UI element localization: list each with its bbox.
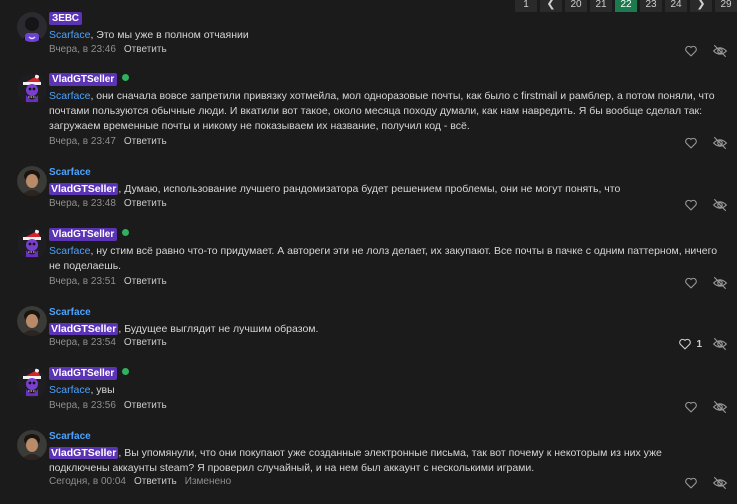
comment-text: Scarface, они сначала вовсе запретили пр… — [49, 89, 725, 134]
comment-body: , Вы упомянули, что они покупают уже соз… — [49, 447, 662, 474]
online-dot — [122, 368, 130, 375]
comment-actions — [684, 136, 728, 150]
comment: VladGTSeller Scarface, увы Вчера, в 23:5… — [0, 364, 737, 419]
avatar-image — [17, 430, 47, 460]
reply-button[interactable]: Ответить — [124, 136, 167, 147]
comment: VladGTSeller Scarface, ну стим всё равно… — [0, 225, 737, 295]
comment-meta: Вчера, в 23:47 Ответить — [49, 136, 167, 147]
comment-body: , увы — [90, 384, 115, 396]
comment-mention[interactable]: Scarface — [49, 245, 90, 257]
eye-off-icon[interactable] — [712, 198, 728, 212]
reply-button[interactable]: Ответить — [124, 400, 167, 411]
comment-text: Scarface, Это мы уже в полном отчаянии — [49, 28, 725, 43]
edited-label: Изменено — [184, 476, 232, 487]
comment-text: VladGTSeller, Думаю, использование лучше… — [49, 182, 725, 197]
comment-body: , Думаю, использование лучшего рандомиза… — [118, 183, 621, 195]
reply-button[interactable]: Ответить — [134, 476, 177, 487]
avatar[interactable] — [17, 74, 47, 104]
comment: Scarface VladGTSeller, Будущее выглядит … — [0, 302, 737, 357]
heart-icon[interactable] — [684, 199, 698, 211]
comment-mention[interactable]: Scarface — [49, 90, 90, 102]
comment-time[interactable]: Вчера, в 23:48 — [49, 198, 116, 209]
comment-actions — [684, 476, 728, 490]
comment-text: Scarface, увы — [49, 383, 725, 398]
eye-off-icon[interactable] — [712, 476, 728, 490]
comment-time[interactable]: Вчера, в 23:54 — [49, 337, 116, 348]
heart-icon[interactable] — [684, 137, 698, 149]
comment-meta: Сегодня, в 00:04 Ответить Изменено — [49, 476, 231, 487]
comment-mention[interactable]: VladGTSeller — [49, 323, 119, 335]
comment-body: , ну стим всё равно что-то придумает. А … — [49, 245, 718, 272]
heart-icon[interactable] — [684, 277, 698, 289]
comment-actions — [684, 400, 728, 414]
comment-author[interactable]: ЗЕВС — [49, 12, 82, 25]
comment-author[interactable]: Scarface — [49, 430, 725, 443]
comment-mention[interactable]: VladGTSeller — [49, 183, 119, 195]
comment-author[interactable]: Scarface — [49, 306, 725, 319]
comment-time[interactable]: Сегодня, в 00:04 — [49, 476, 126, 487]
heart-icon[interactable] — [678, 338, 692, 350]
avatar-image — [17, 74, 47, 104]
comment: ЗЕВС Scarface, Это мы уже в полном отчая… — [0, 8, 737, 63]
comment-time[interactable]: Вчера, в 23:47 — [49, 136, 116, 147]
comment-actions — [684, 276, 728, 290]
comment-meta: Вчера, в 23:56 Ответить — [49, 400, 167, 411]
heart-icon[interactable] — [684, 477, 698, 489]
reply-button[interactable]: Ответить — [124, 44, 167, 55]
avatar[interactable] — [17, 166, 47, 196]
avatar[interactable] — [17, 306, 47, 336]
avatar-image — [17, 166, 47, 196]
comment-body: , они сначала вовсе запретили привязку х… — [49, 90, 715, 132]
reply-button[interactable]: Ответить — [124, 276, 167, 287]
eye-off-icon[interactable] — [712, 44, 728, 58]
avatar[interactable] — [17, 229, 47, 259]
eye-off-icon[interactable] — [712, 276, 728, 290]
comment-actions — [684, 44, 728, 58]
comment-time[interactable]: Вчера, в 23:46 — [49, 44, 116, 55]
online-dot — [122, 74, 130, 81]
comment-mention[interactable]: Scarface — [49, 29, 90, 41]
avatar[interactable] — [17, 368, 47, 398]
comment-text: Scarface, ну стим всё равно что-то приду… — [49, 244, 725, 274]
avatar[interactable] — [17, 12, 47, 42]
comment-author[interactable]: Scarface — [49, 166, 725, 179]
comment-text: VladGTSeller, Вы упомянули, что они поку… — [49, 446, 725, 476]
avatar-image — [17, 229, 47, 259]
like-count[interactable]: 1 — [696, 339, 702, 350]
comment-meta: Вчера, в 23:54 Ответить — [49, 337, 167, 348]
comment-body: , Это мы уже в полном отчаянии — [90, 29, 249, 41]
avatar-image — [17, 368, 47, 398]
online-dot — [122, 229, 130, 236]
comment-time[interactable]: Вчера, в 23:56 — [49, 400, 116, 411]
heart-icon[interactable] — [684, 45, 698, 57]
comment-body: , Будущее выглядит не лучшим образом. — [118, 323, 319, 335]
comment-author[interactable]: VladGTSeller — [49, 228, 118, 241]
comment-actions: 1 — [678, 337, 728, 351]
eye-off-icon[interactable] — [712, 136, 728, 150]
avatar-image — [17, 306, 47, 336]
comment-author[interactable]: VladGTSeller — [49, 73, 118, 86]
comment-meta: Вчера, в 23:51 Ответить — [49, 276, 167, 287]
eye-off-icon[interactable] — [712, 337, 728, 351]
comment-mention[interactable]: VladGTSeller — [49, 447, 119, 459]
comment-actions — [684, 198, 728, 212]
avatar[interactable] — [17, 430, 47, 460]
comment-time[interactable]: Вчера, в 23:51 — [49, 276, 116, 287]
comment-author[interactable]: VladGTSeller — [49, 367, 118, 380]
comment-meta: Вчера, в 23:46 Ответить — [49, 44, 167, 55]
eye-off-icon[interactable] — [712, 400, 728, 414]
heart-icon[interactable] — [684, 401, 698, 413]
comment: Scarface VladGTSeller, Вы упомянули, что… — [0, 426, 737, 504]
comment: VladGTSeller Scarface, они сначала вовсе… — [0, 70, 737, 155]
comment-mention[interactable]: Scarface — [49, 384, 90, 396]
avatar-image — [17, 12, 47, 42]
reply-button[interactable]: Ответить — [124, 198, 167, 209]
reply-button[interactable]: Ответить — [124, 337, 167, 348]
comment-text: VladGTSeller, Будущее выглядит не лучшим… — [49, 322, 725, 337]
comment-meta: Вчера, в 23:48 Ответить — [49, 198, 167, 209]
comment: Scarface VladGTSeller, Думаю, использова… — [0, 162, 737, 217]
